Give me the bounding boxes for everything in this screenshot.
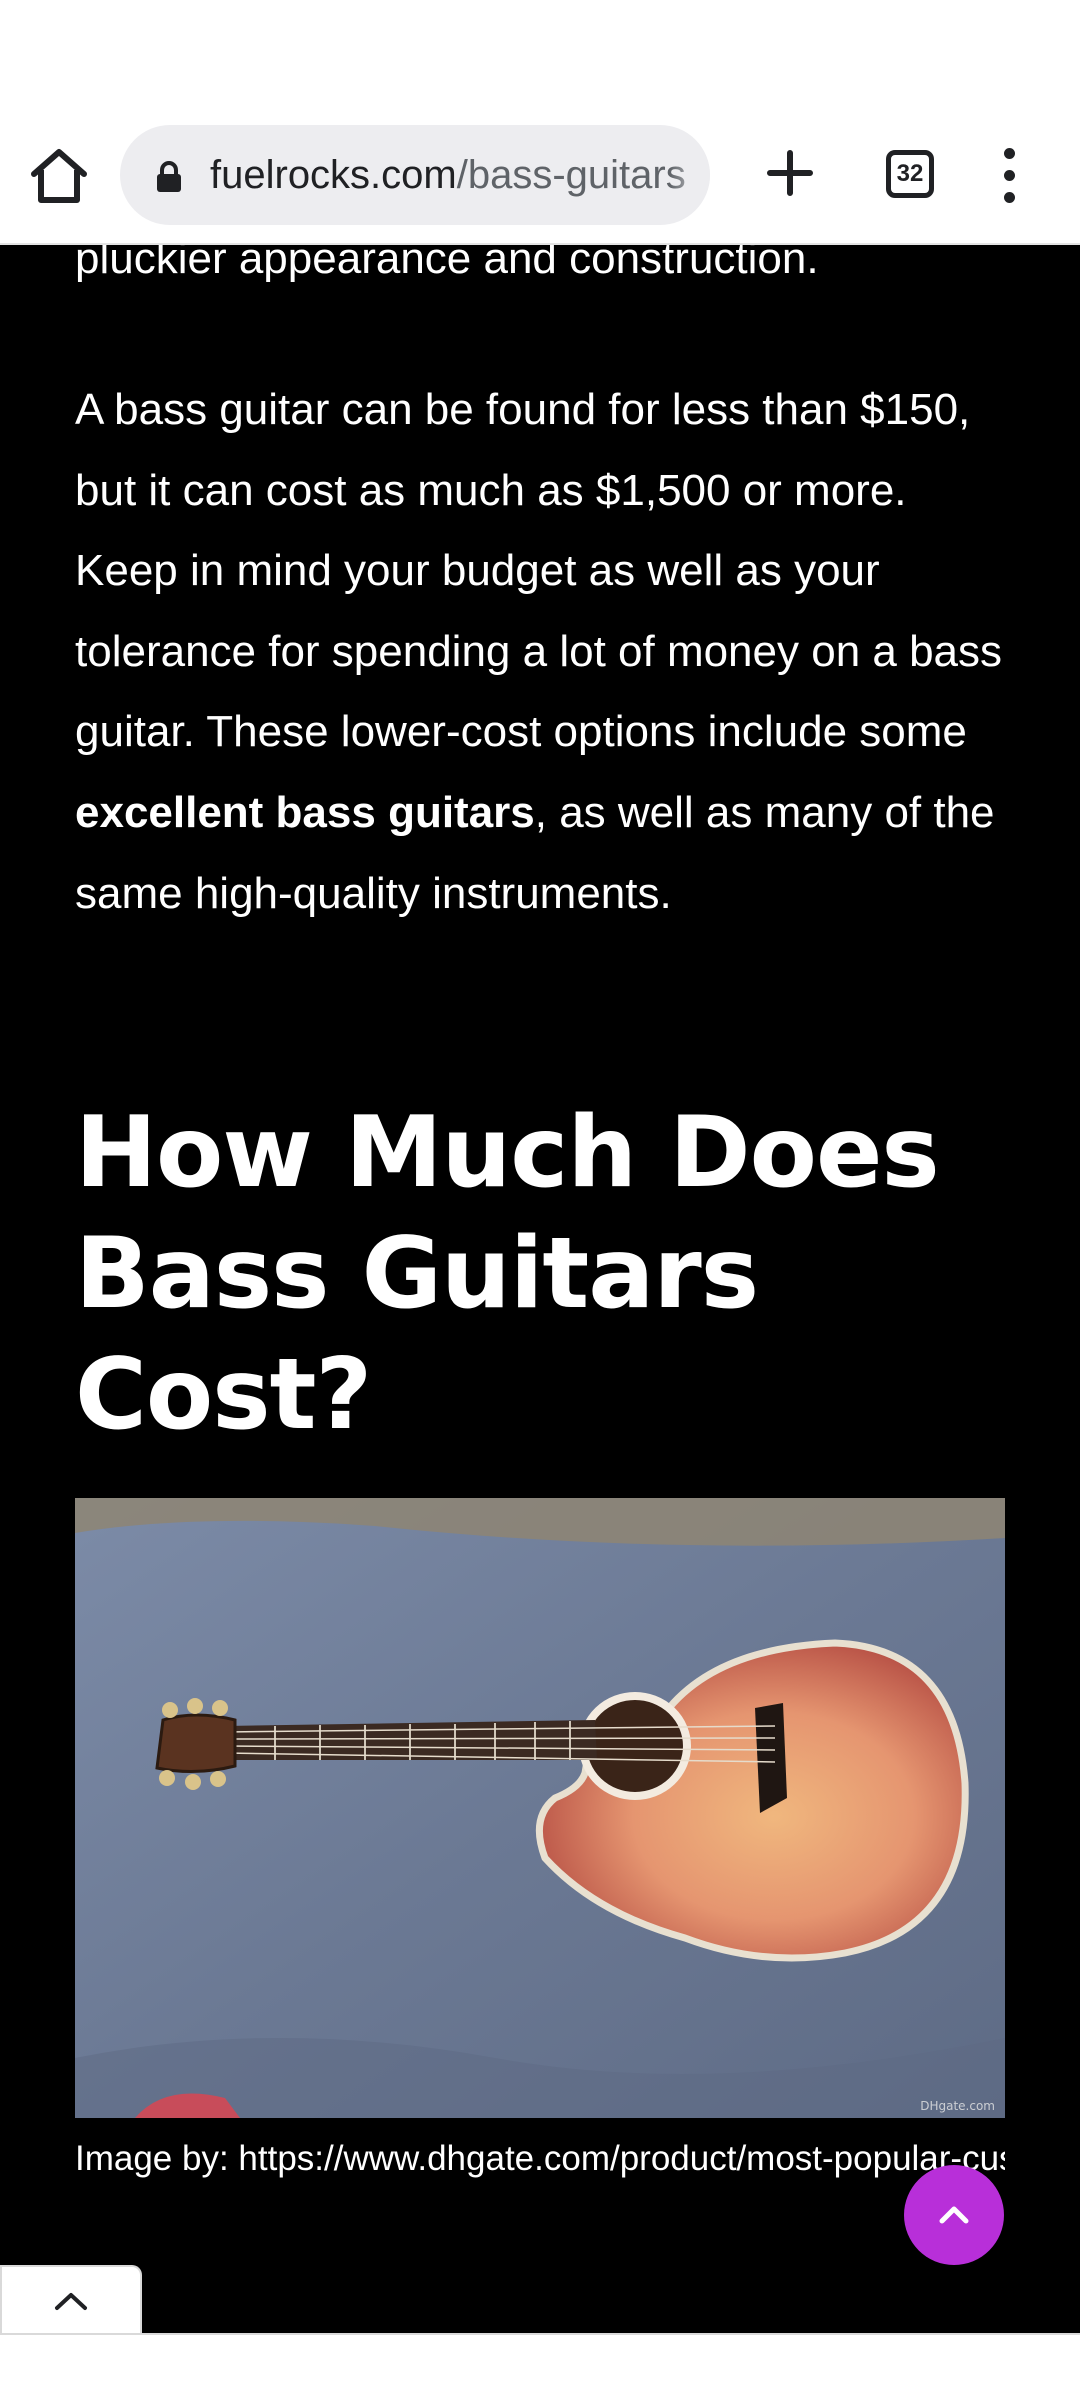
article-content: pluckier appearance and construction. A … (0, 245, 1080, 2333)
status-bar (0, 0, 1080, 100)
url-host: fuelrocks.com (210, 153, 457, 197)
url-text: fuelrocks.com/bass-guitars (210, 147, 686, 203)
paragraph-text-start: A bass guitar can be found for less than… (75, 385, 1003, 757)
url-fade (670, 125, 710, 225)
home-button[interactable] (26, 146, 92, 206)
browser-toolbar: fuelrocks.com/bass-guitars 32 (0, 100, 1080, 245)
more-vert-icon (1004, 148, 1015, 159)
bold-link-text: excellent bass guitars (75, 787, 535, 837)
chevron-up-icon (939, 2206, 969, 2224)
bottom-bar (0, 2333, 1080, 2400)
guitar-photo: DHgate.com (75, 1498, 1005, 2118)
plus-icon (767, 150, 813, 196)
tab-switcher-button[interactable]: 32 (886, 150, 934, 198)
lock-icon (157, 161, 181, 192)
tab-count: 32 (896, 160, 924, 187)
section-heading: How Much Does Bass Guitars Cost? (75, 1096, 940, 1452)
budget-paragraph: A bass guitar can be found for less than… (75, 370, 1005, 934)
scroll-to-top-button[interactable] (904, 2165, 1004, 2265)
image-caption: Image by: https://www.dhgate.com/product… (75, 2139, 1005, 2178)
more-menu-button[interactable] (990, 148, 1030, 204)
bottom-sheet-handle[interactable] (0, 2265, 142, 2335)
url-path: /bass-guitars (456, 153, 686, 197)
image-watermark: DHgate.com (920, 2099, 995, 2113)
guitar-image: DHgate.com (75, 1498, 1005, 2118)
previous-paragraph-tail: pluckier appearance and construction. (75, 245, 819, 283)
chevron-up-icon (55, 2293, 87, 2310)
home-icon (31, 149, 87, 203)
address-bar[interactable]: fuelrocks.com/bass-guitars (120, 125, 710, 225)
new-tab-button[interactable] (762, 145, 818, 201)
